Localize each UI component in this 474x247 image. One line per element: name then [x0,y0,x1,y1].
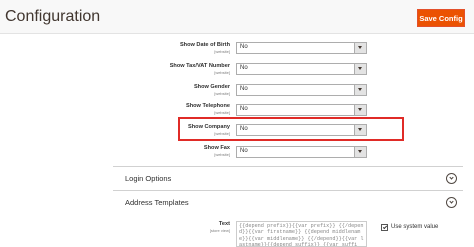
show-gender-select[interactable]: No [236,84,367,96]
field-scope: [website] [214,152,230,157]
select-value: No [240,65,248,71]
field-label-text: Show Gender [193,84,230,90]
chevron-down-icon[interactable] [446,173,457,184]
field-label-text: Show Telephone [185,103,230,109]
field-scope: [website] [214,110,230,115]
field-label-text: Show Fax [203,145,230,151]
use-system-value-checkbox[interactable] [381,224,388,231]
field-row-show-gender: Show Gender [website] No [0,84,474,104]
field-label: Show Fax [website] [204,145,230,157]
dropdown-arrow-icon[interactable] [354,43,366,53]
section-divider [113,190,463,191]
dropdown-arrow-icon[interactable] [354,147,366,157]
field-label: Show Telephone [website] [186,103,230,115]
chevron-down-icon[interactable] [446,197,457,208]
field-label: Show Date of Birth [website] [180,42,230,54]
show-tax-vat-number-select[interactable]: No [236,63,367,75]
field-label-text: Show Tax/VAT Number [169,63,230,69]
section-title-login-options[interactable]: Login Options [125,174,171,183]
field-row-show-tax-vat-number: Show Tax/VAT Number [website] No [0,63,474,83]
address-text-textarea[interactable]: {{depend prefix}}{{var prefix}} {{/depen… [236,221,367,247]
select-value: No [240,148,248,154]
field-scope: [website] [214,49,230,54]
page-title: Configuration [5,8,101,25]
use-system-value-label: Use system value [391,224,439,230]
field-label: Show Tax/VAT Number [website] [170,63,230,75]
dropdown-arrow-icon[interactable] [354,105,366,115]
show-telephone-select[interactable]: No [236,104,367,116]
select-value: No [240,44,248,50]
field-label-text: Text [218,221,230,227]
select-value: No [240,106,248,112]
field-scope: [website] [214,70,230,75]
field-scope: [store view] [209,228,230,233]
show-fax-select[interactable]: No [236,146,367,158]
field-row-show-date-of-birth: Show Date of Birth [website] No [0,42,474,62]
field-scope: [website] [214,91,230,96]
address-text-value: {{depend prefix}}{{var prefix}} {{/depen… [239,223,364,247]
dropdown-arrow-icon[interactable] [354,64,366,74]
field-row-show-fax: Show Fax [website] No [0,145,474,165]
field-label: Show Gender [website] [194,84,230,96]
section-divider [113,166,463,167]
page-header: Configuration Save Config [0,0,474,34]
section-title-address-templates[interactable]: Address Templates [125,198,189,207]
dropdown-arrow-icon[interactable] [354,85,366,95]
select-value: No [240,86,248,92]
save-config-button[interactable]: Save Config [417,9,465,27]
field-label: Text [store view] [210,221,230,233]
checkmark-icon [382,224,387,230]
show-company-highlight-box [178,117,404,141]
field-label-text: Show Date of Birth [179,42,230,48]
show-date-of-birth-select[interactable]: No [236,42,367,54]
